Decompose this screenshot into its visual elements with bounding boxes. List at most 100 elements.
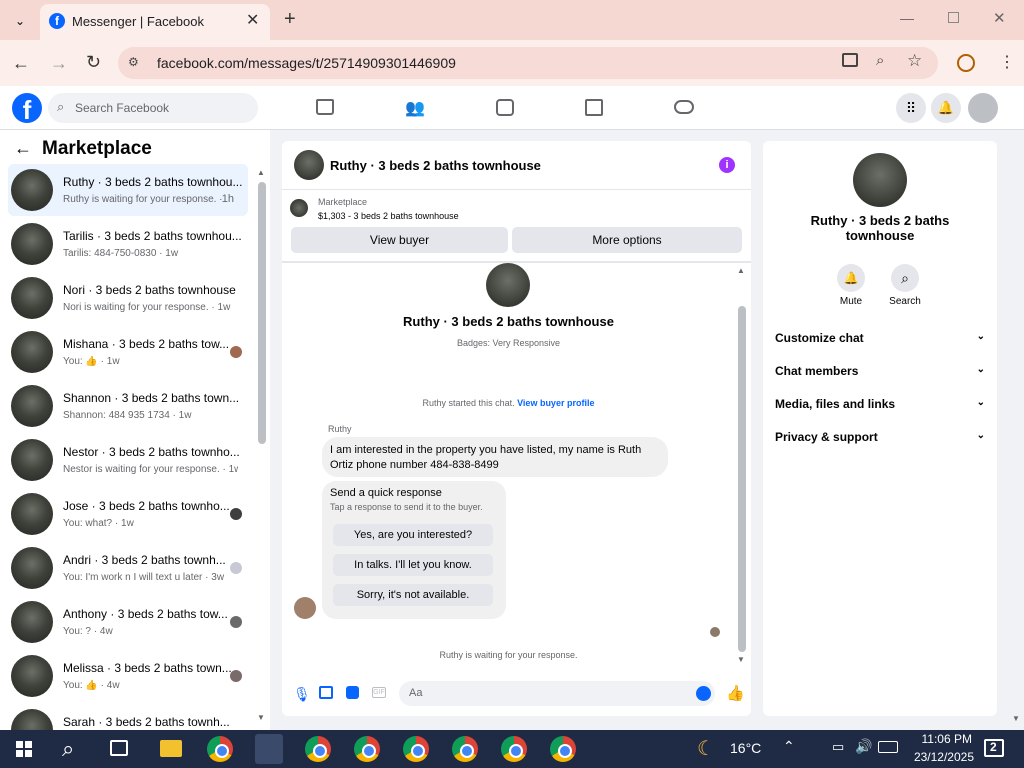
search-chat-icon[interactable]: ⌕ <box>891 264 919 292</box>
conversation-item[interactable]: Tarilis · 3 beds 2 baths townhou... Taril… <box>8 218 248 270</box>
media-files-links-section[interactable]: Media, files and links ⌄ <box>775 397 985 411</box>
profile-avatar[interactable] <box>486 263 530 307</box>
microphone-icon[interactable]: 🎙 <box>293 686 311 703</box>
list-scrollbar[interactable] <box>258 182 266 444</box>
tab-search-chevron-icon[interactable]: ⌄ <box>10 11 30 31</box>
back-icon[interactable]: ← <box>12 53 30 74</box>
chat-scrollbar[interactable] <box>738 306 746 652</box>
browser-menu-icon[interactable]: ⋮ <box>999 52 1015 72</box>
close-window-icon[interactable]: ✕ <box>993 9 1006 27</box>
network-icon[interactable]: ▭ <box>832 739 844 755</box>
file-explorer-icon[interactable] <box>160 740 182 757</box>
conversation-item[interactable]: Andri · 3 beds 2 baths townh... You: I'm … <box>8 542 248 594</box>
marketplace-nav-icon[interactable] <box>585 99 603 116</box>
conversation-item[interactable]: Sarah · 3 beds 2 baths townh... <box>8 704 248 730</box>
sender-avatar <box>294 597 316 619</box>
conversation-item[interactable]: Nestor · 3 beds 2 baths townho... Nestor … <box>8 434 248 486</box>
info-icon[interactable]: i <box>719 157 735 173</box>
conversation-item[interactable]: Ruthy · 3 beds 2 baths townhou... Ruthy i… <box>8 164 248 216</box>
taskbar-search-icon[interactable]: ⌕ <box>62 736 74 762</box>
home-nav-icon[interactable] <box>316 99 334 115</box>
chrome-taskbar-icon[interactable] <box>207 736 233 762</box>
facebook-logo-icon[interactable]: f <box>12 93 42 125</box>
menu-grid-icon[interactable]: ⠿ <box>896 93 926 123</box>
conversation-item[interactable]: Shannon · 3 beds 2 baths town... Shannon:… <box>8 380 248 432</box>
sticker-icon[interactable] <box>346 686 359 699</box>
conversation-preview: Nori is waiting for your response. · 1w <box>63 302 231 313</box>
chat-header-title[interactable]: Ruthy · 3 beds 2 baths townhouse <box>330 158 541 173</box>
facebook-search-box[interactable]: ⌕ Search Facebook <box>48 93 258 123</box>
conversation-preview: You: 👍 · 1w <box>63 356 120 367</box>
keyboard-icon[interactable] <box>878 741 898 753</box>
mute-label: Mute <box>839 296 863 307</box>
install-app-icon[interactable] <box>842 53 858 67</box>
clock-time[interactable]: 11:06 PM <box>908 732 972 746</box>
chat-members-section[interactable]: Chat members ⌄ <box>775 364 985 378</box>
chrome-taskbar-icon[interactable] <box>305 736 331 762</box>
like-thumb-icon[interactable]: 👍 <box>726 684 745 702</box>
listing-thumbnail[interactable] <box>290 199 308 217</box>
chat-header-avatar[interactable] <box>294 150 324 180</box>
scroll-up-icon[interactable]: ▲ <box>257 168 265 177</box>
video-nav-icon[interactable] <box>496 99 514 116</box>
conversation-item[interactable]: Jose · 3 beds 2 baths townho... You: what… <box>8 488 248 540</box>
photo-icon[interactable] <box>319 686 333 699</box>
profile-icon[interactable] <box>957 54 975 72</box>
conversation-item[interactable]: Melissa · 3 beds 2 baths town... You: 👍 ·… <box>8 650 248 702</box>
address-bar[interactable]: ⚙ facebook.com/messages/t/25714909301446… <box>118 47 938 79</box>
site-info-icon[interactable]: ⚙ <box>128 55 139 69</box>
weather-moon-icon[interactable]: ☾ <box>697 736 715 761</box>
tray-chevron-icon[interactable]: ⌃ <box>783 738 795 755</box>
mute-bell-icon[interactable]: 🔔 <box>837 264 865 292</box>
notifications-bell-icon[interactable]: 🔔 <box>931 93 961 123</box>
quick-reply-button[interactable]: Yes, are you interested? <box>333 524 493 546</box>
active-app-taskbar-icon[interactable] <box>255 734 283 764</box>
conversation-item[interactable]: Nori · 3 beds 2 baths townhouse Nori is w… <box>8 272 248 324</box>
quick-reply-button[interactable]: In talks. I'll let you know. <box>333 554 493 576</box>
view-buyer-profile-link[interactable]: View buyer profile <box>517 398 594 408</box>
chat-scroll-up-icon[interactable]: ▲ <box>737 266 745 275</box>
bookmark-star-icon[interactable]: ☆ <box>907 51 922 71</box>
chrome-taskbar-icon[interactable] <box>550 736 576 762</box>
privacy-support-section[interactable]: Privacy & support ⌄ <box>775 430 985 444</box>
windows-start-icon[interactable] <box>16 741 32 757</box>
chrome-taskbar-icon[interactable] <box>354 736 380 762</box>
customize-chat-section[interactable]: Customize chat ⌄ <box>775 331 985 345</box>
message-bubble[interactable]: I am interested in the property you have… <box>322 437 668 477</box>
emoji-icon[interactable] <box>696 686 711 701</box>
scroll-down-icon[interactable]: ▼ <box>257 713 265 722</box>
weather-temperature[interactable]: 16°C <box>730 740 761 756</box>
conversation-name: Jose · 3 beds 2 baths townho... <box>63 499 230 513</box>
zoom-icon[interactable]: ⌕ <box>876 52 884 69</box>
volume-icon[interactable]: 🔊 <box>855 738 872 755</box>
back-arrow-icon[interactable]: ← <box>14 138 32 159</box>
reload-icon[interactable]: ↻ <box>86 52 101 73</box>
forward-icon[interactable]: → <box>50 53 68 74</box>
details-avatar[interactable] <box>853 153 907 207</box>
quick-reply-button[interactable]: Sorry, it's not available. <box>333 584 493 606</box>
new-tab-icon[interactable]: + <box>284 8 296 31</box>
chrome-taskbar-icon[interactable] <box>403 736 429 762</box>
gaming-nav-icon[interactable] <box>674 100 694 114</box>
restore-icon[interactable] <box>948 12 959 23</box>
listing-price[interactable]: $1,303 - 3 beds 2 baths townhouse <box>318 211 459 221</box>
chat-scroll-down-icon[interactable]: ▼ <box>737 655 745 664</box>
friends-nav-icon[interactable]: 👥 <box>405 98 425 118</box>
more-options-button[interactable]: More options <box>512 227 742 253</box>
listing-divider <box>282 261 751 263</box>
account-avatar-icon[interactable] <box>968 93 998 123</box>
conversation-item[interactable]: Anthony · 3 beds 2 baths tow... You: ? · … <box>8 596 248 648</box>
message-input[interactable]: Aa <box>399 681 715 706</box>
chrome-taskbar-icon[interactable] <box>452 736 478 762</box>
close-tab-icon[interactable]: ✕ <box>246 10 259 30</box>
minimize-icon[interactable]: — <box>900 10 914 26</box>
chrome-taskbar-icon[interactable] <box>501 736 527 762</box>
view-buyer-button[interactable]: View buyer <box>291 227 508 253</box>
browser-tab-messenger[interactable]: f Messenger | Facebook ✕ <box>40 4 270 40</box>
conversation-item[interactable]: Mishana · 3 beds 2 baths tow... You: 👍 · … <box>8 326 248 378</box>
page-scroll-down-icon[interactable]: ▼ <box>1012 714 1020 723</box>
task-view-icon[interactable] <box>110 740 128 756</box>
conversation-name: Shannon · 3 beds 2 baths town... <box>63 391 240 405</box>
gif-icon[interactable]: GIF <box>372 687 386 698</box>
clock-date[interactable]: 23/12/2025 <box>902 750 974 764</box>
